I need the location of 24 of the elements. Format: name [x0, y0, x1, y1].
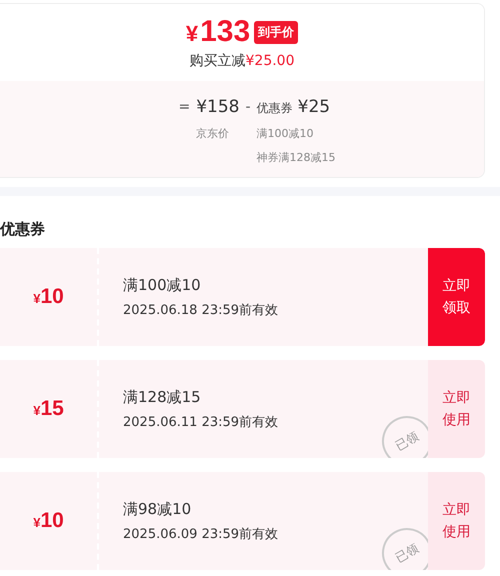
- coupon-value: ¥10: [33, 509, 64, 533]
- coupon-condition: 满128减15: [123, 388, 202, 406]
- base-price: ¥158: [196, 97, 240, 118]
- coupon-value: ¥10: [33, 285, 64, 309]
- coupon-action-button[interactable]: 立即领取: [428, 248, 485, 346]
- coupon-label: 优惠券: [256, 101, 293, 116]
- coupon-amount: ¥25: [298, 97, 330, 118]
- saving-amount: ¥25.00: [246, 52, 294, 68]
- coupon-detail: 满100减10: [256, 126, 315, 140]
- coupon-action-button[interactable]: 立即使用: [428, 360, 485, 458]
- base-price-caption: 京东价: [196, 126, 230, 140]
- minus-sign: -: [245, 99, 251, 116]
- coupon-value: ¥15: [33, 397, 64, 421]
- coupon-action-button[interactable]: 立即使用: [428, 472, 485, 570]
- coupon-validity: 2025.06.11 23:59前有效: [123, 414, 280, 430]
- final-price-tag: 到手价: [254, 21, 298, 44]
- coupon-validity: 2025.06.18 23:59前有效: [123, 302, 280, 318]
- coupon-condition: 满100减10: [123, 276, 202, 294]
- coupon-detail: 神券满128减15: [256, 150, 336, 164]
- final-price: ¥133: [186, 16, 250, 50]
- coupon-validity: 2025.06.09 23:59前有效: [123, 526, 280, 542]
- saving-label: 购买立减: [190, 52, 246, 70]
- equals-sign: =: [178, 99, 190, 116]
- coupon-condition: 满98减10: [123, 500, 192, 518]
